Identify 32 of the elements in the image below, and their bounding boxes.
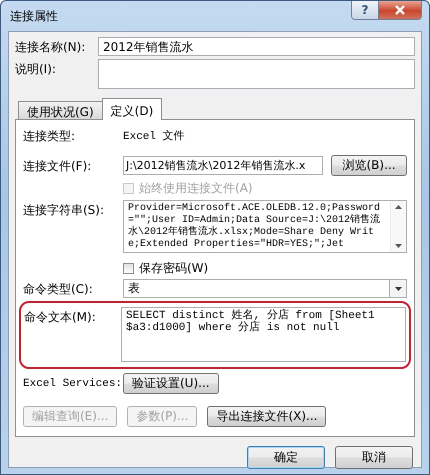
action-button[interactable]: 导出连接文件(X)... (207, 406, 326, 427)
tab[interactable]: 使用状况(G) (18, 101, 103, 119)
help-button[interactable]: ? (352, 1, 379, 19)
verify-settings-button[interactable]: 验证设置(U)... (123, 373, 219, 394)
field-label: 命令文本(M): (24, 309, 97, 326)
scroll-down-icon[interactable] (395, 244, 402, 248)
field-label: 连接文件(F): (23, 158, 92, 175)
field-label: 连接名称(N): (15, 39, 86, 56)
scroll-up-icon[interactable] (395, 205, 402, 209)
window-title: 连接属性 (9, 8, 58, 24)
dropdown-arrow-icon (394, 286, 402, 290)
checkbox-label: 保存密码(W) (139, 260, 208, 276)
dialog-button[interactable]: 取消 (335, 446, 413, 469)
browse-button[interactable]: 浏览(B)... (331, 155, 407, 176)
close-button[interactable] (379, 1, 421, 19)
field-label: 连接类型: (23, 128, 76, 145)
command-text-field[interactable]: SELECT distinct 姓名, 分店 from [Sheet1 $a3:d1000] where 分店 is not null (121, 307, 406, 362)
connection-type-value: Excel 文件 (123, 128, 185, 143)
name-field[interactable]: 2012年销售流水 (98, 37, 415, 56)
field-label: 连接字符串(S): (23, 202, 106, 219)
checkbox-label: 始终使用连接文件(A) (139, 180, 253, 196)
connection-file-field[interactable]: J:\2012销售流水\2012年销售流水.x (123, 156, 323, 175)
description-field[interactable] (98, 59, 415, 89)
command-type-dropdown[interactable]: 表 (123, 279, 407, 298)
dropdown-value: 表 (128, 280, 141, 297)
dialog-button[interactable]: 确定 (247, 446, 325, 469)
checkbox[interactable] (123, 262, 134, 274)
field-label: Excel Services: (23, 378, 123, 390)
field-label: 说明(I): (15, 61, 57, 78)
tab[interactable]: 定义(D) (102, 98, 162, 120)
field-label: 命令类型(C): (23, 281, 94, 298)
close-icon (394, 5, 406, 15)
